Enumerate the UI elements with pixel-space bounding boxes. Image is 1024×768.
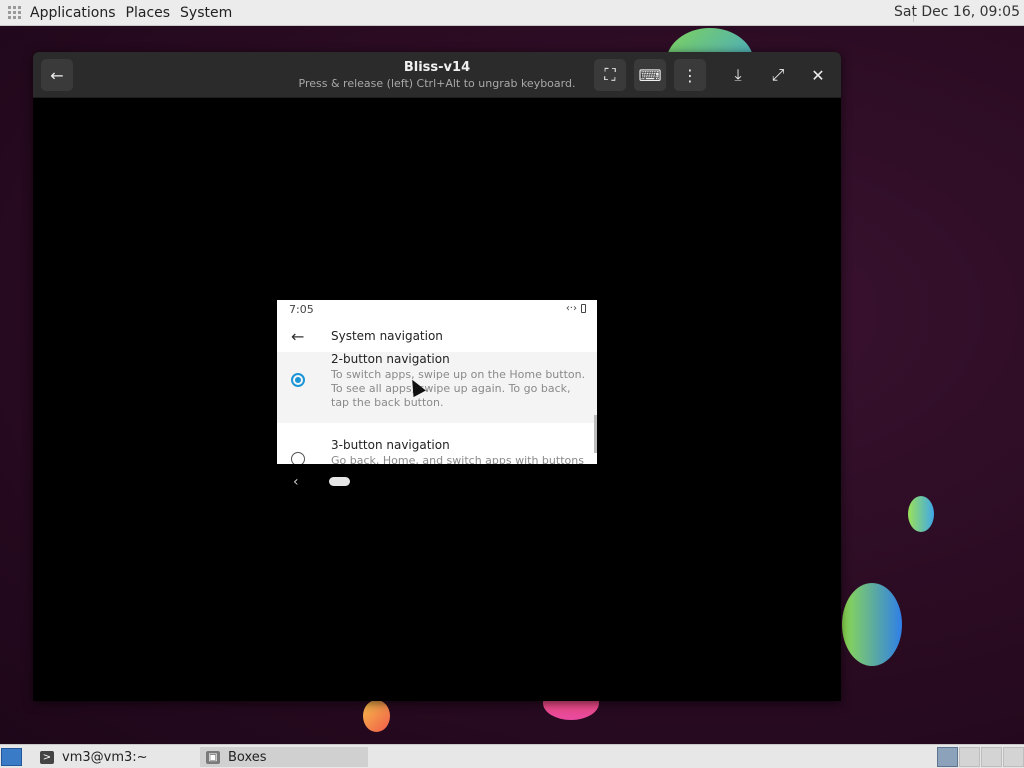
close-button[interactable]: ✕ (802, 59, 834, 91)
android-status-icons: ‹·› (566, 303, 586, 314)
workspace-3[interactable] (981, 747, 1002, 767)
option-title: 2-button navigation (331, 352, 450, 366)
back-button[interactable]: ← (41, 59, 73, 91)
android-home-pill[interactable] (329, 477, 350, 486)
applications-grid-icon[interactable] (8, 5, 22, 20)
expand-icon: ⤢ (771, 65, 785, 84)
wallpaper-bubble (908, 496, 934, 532)
show-desktop-button[interactable] (1, 748, 22, 766)
close-icon: ✕ (811, 65, 825, 85)
fullscreen-button[interactable]: ⛶ (594, 59, 626, 91)
window-title: Bliss-v14 (403, 60, 471, 75)
radio-2-button-navigation[interactable] (291, 373, 305, 387)
menu-places[interactable]: Places (126, 5, 171, 21)
android-nav-back-icon[interactable]: ‹ (293, 474, 299, 490)
more-vertical-icon: ⋮ (682, 65, 698, 85)
task-label: vm3@vm3:~ (62, 749, 148, 765)
scrollbar[interactable] (594, 415, 597, 453)
boxes-icon: ▣ (206, 750, 220, 764)
wallpaper-bubble (842, 583, 902, 666)
option-description: Go back, Home, and switch apps with butt… (331, 454, 587, 464)
maximize-button[interactable]: ⤢ (762, 59, 794, 91)
keyboard-button[interactable]: ⌨ (634, 59, 666, 91)
option-description: To switch apps, swipe up on the Home but… (331, 368, 586, 409)
fullscreen-icon: ⛶ (604, 65, 616, 84)
android-page-title: System navigation (331, 329, 443, 343)
clock[interactable]: Sat Dec 16, 09:05 (894, 4, 1020, 20)
download-button[interactable]: ⤓ (722, 59, 754, 91)
keyboard-icon: ⌨ (638, 65, 662, 85)
terminal-icon: > (40, 750, 54, 764)
menu-applications[interactable]: Applications (30, 5, 116, 21)
android-status-time: 7:05 (289, 303, 314, 316)
vm-display[interactable]: 7:05 ‹·› ← System navigation 2-button na… (277, 300, 597, 464)
signal-icon: ‹·› (565, 303, 577, 314)
top-panel: Applications Places System Sat Dec 16, 0… (0, 0, 1024, 26)
android-back-icon[interactable]: ← (291, 327, 304, 346)
window-subtitle: Press & release (left) Ctrl+Alt to ungra… (298, 77, 576, 90)
radio-3-button-navigation[interactable] (291, 452, 305, 464)
menu-button[interactable]: ⋮ (674, 59, 706, 91)
workspace-1[interactable] (937, 747, 958, 767)
task-label: Boxes (228, 749, 267, 765)
task-terminal[interactable]: > vm3@vm3:~ (34, 747, 200, 767)
workspace-2[interactable] (959, 747, 980, 767)
menu-system[interactable]: System (180, 5, 232, 21)
battery-icon (581, 304, 586, 313)
workspace-4[interactable] (1003, 747, 1024, 767)
wallpaper-bubble (363, 700, 390, 732)
bottom-taskbar: > vm3@vm3:~ ▣ Boxes (0, 744, 1024, 768)
option-title: 3-button navigation (331, 438, 450, 452)
download-icon: ⤓ (734, 65, 742, 84)
window-headerbar: ← Bliss-v14 Press & release (left) Ctrl+… (33, 52, 841, 98)
arrow-left-icon: ← (50, 65, 64, 85)
task-boxes[interactable]: ▣ Boxes (200, 747, 368, 767)
